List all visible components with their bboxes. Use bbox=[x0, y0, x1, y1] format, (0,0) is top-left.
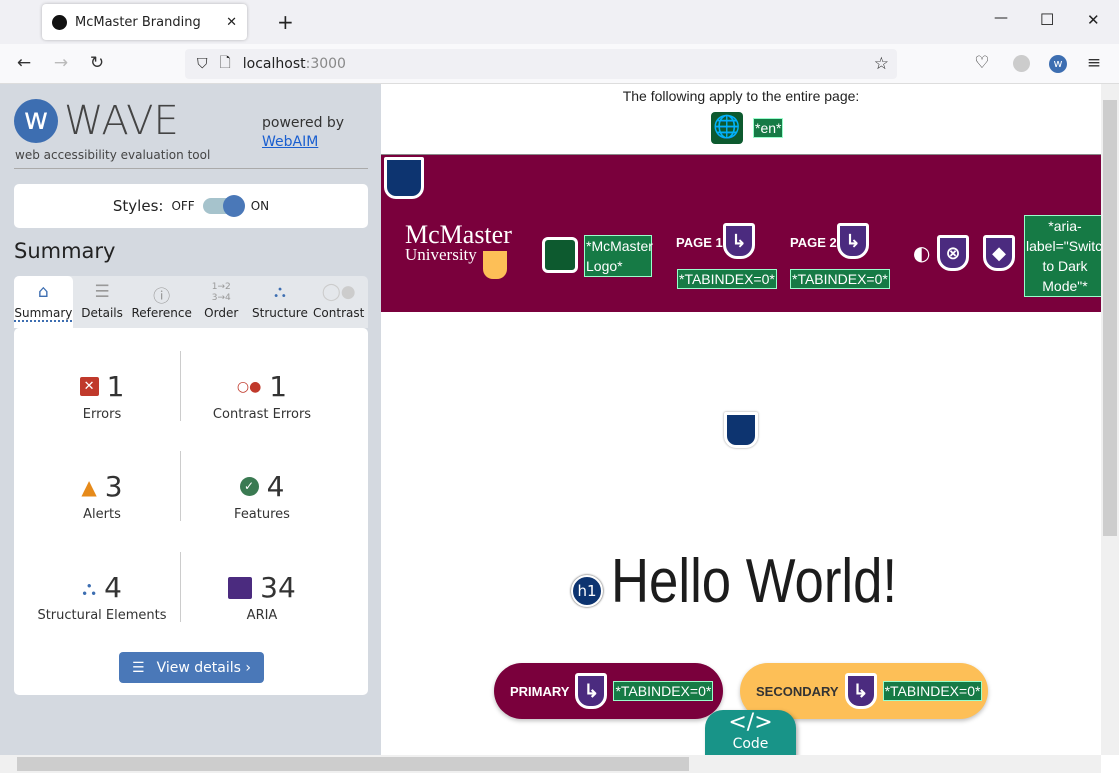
pocket-icon[interactable]: ♡ bbox=[970, 53, 994, 73]
address-bar[interactable]: ⛉ 🗋 localhost:3000 ☆ bbox=[185, 49, 897, 79]
close-window-button[interactable]: ✕ bbox=[1087, 11, 1100, 29]
nav-link-page-1[interactable]: PAGE 1 bbox=[676, 235, 723, 250]
tabindex-tag: *TABINDEX=0* bbox=[790, 269, 890, 289]
tab-reference[interactable]: ⓘ Reference bbox=[131, 276, 191, 328]
h1-badge-icon[interactable]: h1 bbox=[571, 575, 603, 607]
wave-tabs: ⌂ Summary ☰ Details ⓘ Reference 1→2 3→4 Order… bbox=[14, 276, 368, 328]
aria-tabindex-icon[interactable]: ↳ bbox=[837, 223, 869, 259]
stat-aria[interactable]: 34 ARIA bbox=[179, 571, 345, 623]
site-header: McMaster University *McMaster Logo* PAGE … bbox=[381, 154, 1101, 312]
stat-structural-elements[interactable]: ⛬ 4 Structural Elements bbox=[19, 571, 185, 623]
home-icon: ⌂ bbox=[37, 282, 49, 302]
minimize-button[interactable]: — bbox=[994, 10, 1008, 26]
language-tag: *en* bbox=[753, 118, 784, 138]
page-heading: Hello World! bbox=[611, 547, 898, 616]
tab-structure[interactable]: ⛬ Structure bbox=[251, 276, 310, 328]
bookmark-star-icon[interactable]: ☆ bbox=[874, 54, 889, 74]
contrast-icon: ◯● bbox=[321, 282, 356, 302]
list-icon: ☰ bbox=[94, 282, 110, 302]
image-alt-icon[interactable] bbox=[542, 237, 578, 273]
main-landmark-icon[interactable] bbox=[724, 412, 758, 448]
structure-icon: ⛬ bbox=[274, 282, 286, 302]
tab-contrast[interactable]: ◯● Contrast bbox=[309, 276, 368, 328]
forward-icon[interactable]: → bbox=[49, 53, 73, 73]
summary-panel: ✕ 1 Errors ○● 1 Contrast Errors ▲ 3 Alerts ✓ 4 F… bbox=[14, 328, 368, 695]
tabindex-tag: *TABINDEX=0* bbox=[677, 269, 777, 289]
divider bbox=[14, 168, 368, 169]
site-favicon-icon bbox=[52, 14, 67, 30]
language-icon[interactable]: 🌐 bbox=[711, 112, 743, 144]
tabindex-tag: *TABINDEX=0* bbox=[613, 681, 714, 701]
back-icon[interactable]: ← bbox=[12, 53, 36, 73]
contrast-error-icon: ○● bbox=[236, 378, 262, 395]
styles-off-label: OFF bbox=[171, 199, 195, 213]
primary-button[interactable]: PRIMARY ↳ *TABINDEX=0* bbox=[494, 663, 723, 719]
stat-alerts[interactable]: ▲ 3 Alerts bbox=[19, 470, 185, 522]
nav-link-page-2[interactable]: PAGE 2 bbox=[790, 235, 837, 250]
crest-icon bbox=[483, 251, 507, 279]
aria-tabindex-icon: ↳ bbox=[844, 673, 877, 709]
wave-extension-icon[interactable]: w bbox=[1049, 55, 1067, 73]
code-icon: </> bbox=[728, 710, 773, 735]
structure-icon: ⛬ bbox=[82, 575, 97, 600]
order-icon: 1→2 3→4 bbox=[211, 282, 231, 303]
new-tab-button[interactable]: + bbox=[277, 10, 294, 34]
horizontal-scrollbar[interactable] bbox=[0, 755, 1101, 773]
feature-check-icon: ✓ bbox=[239, 477, 259, 496]
view-details-button[interactable]: ☰ View details › bbox=[119, 652, 264, 683]
tab-title: McMaster Branding bbox=[75, 14, 201, 30]
url-text: localhost:3000 bbox=[242, 56, 346, 72]
aria-label-tag: *aria-label="Switch to Dark Mode"* bbox=[1024, 215, 1101, 297]
extension-icon[interactable] bbox=[1013, 55, 1030, 72]
styles-label: Styles: bbox=[112, 197, 164, 215]
alert-icon: ▲ bbox=[81, 474, 97, 499]
header-landmark-icon[interactable] bbox=[384, 157, 424, 199]
styles-toggle[interactable] bbox=[202, 195, 245, 217]
styles-toggle-card: Styles: OFF ON bbox=[14, 184, 368, 228]
page-notice: The following apply to the entire page: bbox=[622, 88, 860, 104]
aria-icon bbox=[228, 576, 253, 599]
stat-features[interactable]: ✓ 4 Features bbox=[179, 470, 345, 522]
tab-order[interactable]: 1→2 3→4 Order bbox=[192, 276, 251, 328]
page-icon: 🗋 bbox=[219, 55, 231, 71]
logo-alt-tag: *McMaster Logo* bbox=[584, 235, 653, 277]
browser-tab-bar: McMaster Branding ✕ + — ☐ ✕ bbox=[0, 0, 1119, 44]
powered-by-text: powered by bbox=[262, 115, 345, 131]
aria-error-icon[interactable]: ⊗ bbox=[937, 235, 969, 271]
maximize-button[interactable]: ☐ bbox=[1040, 10, 1054, 29]
aria-label-icon[interactable]: ◆ bbox=[983, 235, 1015, 271]
stat-errors[interactable]: ✕ 1 Errors bbox=[19, 370, 185, 422]
shield-icon: ⛉ bbox=[197, 56, 208, 72]
menu-icon[interactable]: ≡ bbox=[1082, 53, 1106, 73]
info-icon: ⓘ bbox=[153, 287, 171, 307]
reload-icon[interactable]: ↻ bbox=[85, 53, 109, 73]
summary-heading: Summary bbox=[14, 239, 116, 263]
browser-tab[interactable]: McMaster Branding ✕ bbox=[42, 4, 247, 40]
tab-summary[interactable]: ⌂ Summary bbox=[14, 276, 73, 328]
list-icon: ☰ bbox=[132, 659, 145, 676]
wave-logo-icon: w bbox=[14, 99, 58, 143]
dark-mode-toggle-icon[interactable]: ◐ bbox=[913, 241, 930, 265]
aria-tabindex-icon[interactable]: ↳ bbox=[723, 223, 755, 259]
tabindex-tag: *TABINDEX=0* bbox=[882, 681, 983, 701]
wave-logo-text: WAVE bbox=[64, 98, 179, 144]
wave-tagline: web accessibility evaluation tool bbox=[15, 148, 211, 162]
vertical-scrollbar[interactable] bbox=[1101, 84, 1119, 755]
error-icon: ✕ bbox=[79, 377, 99, 396]
styles-on-label: ON bbox=[250, 199, 270, 213]
stat-contrast-errors[interactable]: ○● 1 Contrast Errors bbox=[179, 370, 345, 422]
webaim-link[interactable]: WebAIM bbox=[262, 134, 318, 150]
aria-tabindex-icon: ↳ bbox=[575, 673, 608, 709]
code-toggle-button[interactable]: </> Code bbox=[705, 710, 796, 755]
close-tab-icon[interactable]: ✕ bbox=[226, 15, 237, 30]
tab-details[interactable]: ☰ Details bbox=[73, 276, 132, 328]
page-content: The following apply to the entire page: … bbox=[381, 84, 1101, 755]
